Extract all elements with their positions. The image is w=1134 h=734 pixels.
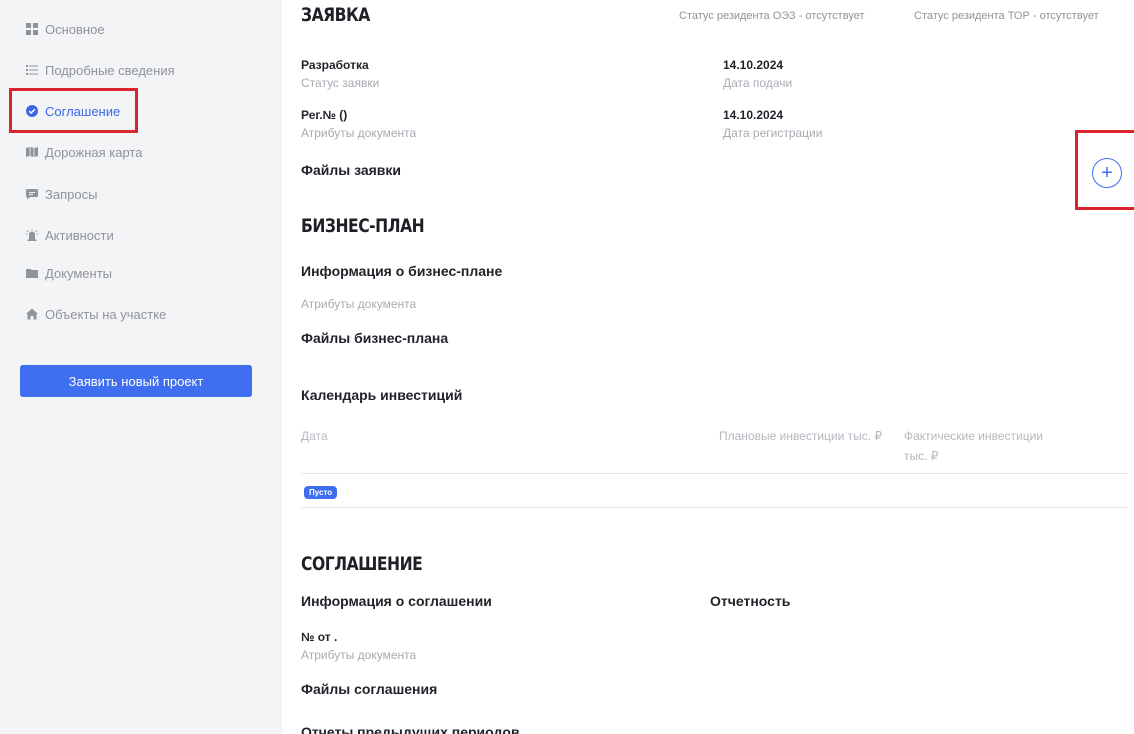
- sidebar-item-main[interactable]: Основное: [26, 18, 105, 40]
- business-plan-files-title: Файлы бизнес-плана: [301, 330, 449, 346]
- home-icon: [26, 308, 38, 320]
- empty-badge: Пусто: [304, 486, 338, 499]
- application-title: ЗАЯВКА: [301, 4, 370, 26]
- business-plan-attributes-label: Атрибуты документа: [301, 297, 417, 311]
- sidebar-item-details[interactable]: Подробные сведения: [26, 59, 175, 81]
- sidebar: Основное Подробные сведения Соглашение Д…: [0, 0, 282, 734]
- business-plan-title: БИЗНЕС-ПЛАН: [301, 215, 425, 237]
- column-header-date: Дата: [301, 429, 328, 443]
- sidebar-item-label: Подробные сведения: [45, 62, 175, 78]
- application-files-title: Файлы заявки: [301, 162, 402, 178]
- sidebar-item-documents[interactable]: Документы: [26, 262, 112, 284]
- application-status-label: Статус заявки: [301, 76, 380, 90]
- column-header-planned: Плановые инвестиции тыс. ₽: [719, 429, 883, 443]
- sidebar-item-label: Дорожная карта: [45, 144, 143, 160]
- list-icon: [26, 64, 38, 76]
- status-oez: Статус резидента ОЭЗ - отсутствует: [679, 10, 865, 22]
- sidebar-item-roadmap[interactable]: Дорожная карта: [26, 141, 142, 163]
- column-header-actual: Фактические инвестиции тыс. ₽: [904, 429, 1043, 463]
- agreement-info-title: Информация о соглашении: [301, 593, 492, 609]
- agreement-number-value: № от .: [301, 630, 338, 644]
- sidebar-item-requests[interactable]: Запросы: [26, 183, 97, 205]
- agreement-title: СОГЛАШЕНИЕ: [301, 553, 423, 575]
- investment-calendar-title: Календарь инвестиций: [301, 387, 463, 403]
- main-content: ЗАЯВКА Статус резидента ОЭЗ - отсутствуе…: [282, 0, 1134, 734]
- alarm-icon: [26, 229, 38, 241]
- reporting-title: Отчетность: [710, 593, 791, 609]
- new-project-button[interactable]: Заявить новый проект: [20, 365, 252, 397]
- grid-icon: [26, 23, 38, 35]
- reg-date-label: Дата регистрации: [723, 126, 823, 140]
- table-divider: [301, 507, 1127, 508]
- application-status-value: Разработка: [301, 58, 369, 72]
- reg-number-value: Рег.№ (): [301, 108, 348, 122]
- sidebar-item-label: Запросы: [45, 186, 98, 202]
- reg-date-value: 14.10.2024: [723, 108, 784, 122]
- submit-date-value: 14.10.2024: [723, 58, 784, 72]
- status-tor: Статус резидента ТОР - отсутствует: [914, 10, 1099, 22]
- map-icon: [26, 146, 38, 158]
- sidebar-item-label: Документы: [45, 265, 113, 281]
- highlight-frame-add: [1075, 130, 1134, 210]
- sidebar-item-label: Активности: [45, 227, 114, 243]
- sidebar-item-label: Основное: [45, 21, 105, 37]
- agreement-attributes-label: Атрибуты документа: [301, 648, 417, 662]
- submit-date-label: Дата подачи: [723, 76, 793, 90]
- folder-icon: [26, 267, 38, 279]
- sidebar-item-label: Объекты на участке: [45, 306, 167, 322]
- highlight-frame-agreement: [9, 88, 138, 133]
- table-divider: [301, 473, 1127, 474]
- business-plan-info-title: Информация о бизнес-плане: [301, 263, 503, 279]
- sidebar-item-activities[interactable]: Активности: [26, 224, 114, 246]
- chat-icon: [26, 188, 38, 200]
- sidebar-item-site-objects[interactable]: Объекты на участке: [26, 303, 166, 325]
- agreement-files-title: Файлы соглашения: [301, 681, 438, 697]
- reg-attributes-label: Атрибуты документа: [301, 126, 417, 140]
- previous-reports-title: Отчеты предыдущих периодов: [301, 724, 520, 734]
